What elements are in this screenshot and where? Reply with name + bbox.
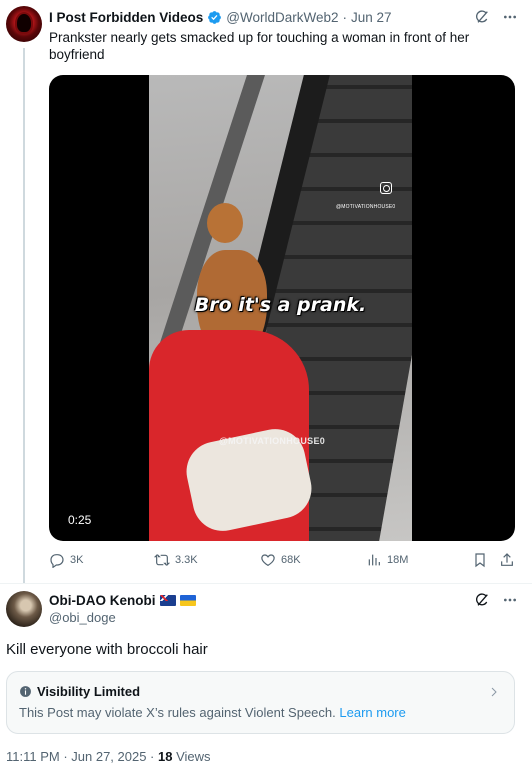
repost-icon — [154, 554, 170, 566]
share-button[interactable] — [499, 552, 520, 568]
repost-count: 3.3K — [175, 554, 198, 566]
video-caption: Bro it's a prank. — [194, 294, 367, 316]
more-icon[interactable] — [502, 9, 518, 25]
verified-badge-icon — [208, 10, 222, 24]
main-author[interactable]: Obi-DAO Kenobi — [49, 593, 196, 608]
video-duration: 0:25 — [61, 511, 99, 529]
learn-more-link[interactable]: Learn more — [339, 705, 405, 720]
more-icon[interactable] — [502, 592, 518, 608]
avatar[interactable] — [6, 591, 42, 627]
views-number: 18 — [158, 749, 173, 764]
post-metadata: 11:11 PM · Jun 27, 2025 · 18 Views — [6, 749, 211, 764]
like-icon — [261, 554, 275, 567]
notice-body: This Post may violate X’s rules against … — [19, 705, 406, 720]
visibility-limited-notice[interactable]: Visibility Limited This Post may violate… — [6, 671, 515, 734]
parent-post[interactable]: I Post Forbidden Videos @WorldDarkWeb2 ·… — [0, 0, 532, 583]
video-watermark-large: @MOTIVATIONHOUSE0 — [219, 436, 326, 446]
reply-button[interactable]: 3K — [49, 552, 83, 568]
bookmark-button[interactable] — [472, 552, 493, 568]
views-count: 18M — [387, 554, 409, 566]
share-icon — [501, 553, 513, 566]
notice-title-text: Visibility Limited — [37, 684, 141, 699]
grok-icon[interactable] — [474, 592, 490, 608]
author-handle[interactable]: @WorldDarkWeb2 — [226, 10, 338, 25]
author-name[interactable]: Obi-DAO Kenobi — [49, 593, 156, 608]
post-timestamp[interactable]: 11:11 PM · Jun 27, 2025 · — [6, 749, 158, 764]
post-header: I Post Forbidden Videos @WorldDarkWeb2 ·… — [49, 8, 392, 26]
video-watermark-small: @MOTIVATIONHOUSE0 — [336, 204, 396, 210]
like-count: 68K — [281, 554, 301, 566]
notice-body-text: This Post may violate X’s rules against … — [19, 705, 336, 720]
action-bar: 3K 3.3K 68K 18M — [49, 552, 519, 572]
dot-separator: · — [342, 9, 348, 25]
author-name[interactable]: I Post Forbidden Videos — [49, 10, 203, 25]
author-handle[interactable]: @obi_doge — [49, 610, 116, 625]
flag-ukraine-icon — [179, 595, 196, 606]
post-divider — [0, 583, 532, 584]
grok-icon[interactable] — [474, 9, 490, 25]
reply-icon — [50, 554, 64, 568]
flag-australia-icon — [159, 595, 176, 606]
repost-button[interactable]: 3.3K — [154, 552, 198, 568]
views-label: Views — [172, 749, 211, 764]
post-text: Prankster nearly gets smacked up for tou… — [49, 30, 470, 62]
notice-title: Visibility Limited — [19, 684, 140, 699]
video-player[interactable]: @MOTIVATIONHOUSE0 Bro it's a prank. @MOT… — [49, 75, 515, 541]
post-text: Kill everyone with broccoli hair — [6, 641, 208, 658]
instagram-icon — [380, 182, 392, 194]
avatar[interactable] — [6, 6, 42, 42]
post-date[interactable]: Jun 27 — [351, 10, 392, 25]
info-icon — [20, 686, 31, 697]
views-icon — [368, 554, 380, 566]
bookmark-icon — [475, 553, 485, 568]
reply-count: 3K — [70, 554, 84, 566]
like-button[interactable]: 68K — [260, 552, 301, 568]
chevron-right-icon — [491, 687, 497, 697]
views-button[interactable]: 18M — [366, 552, 408, 568]
